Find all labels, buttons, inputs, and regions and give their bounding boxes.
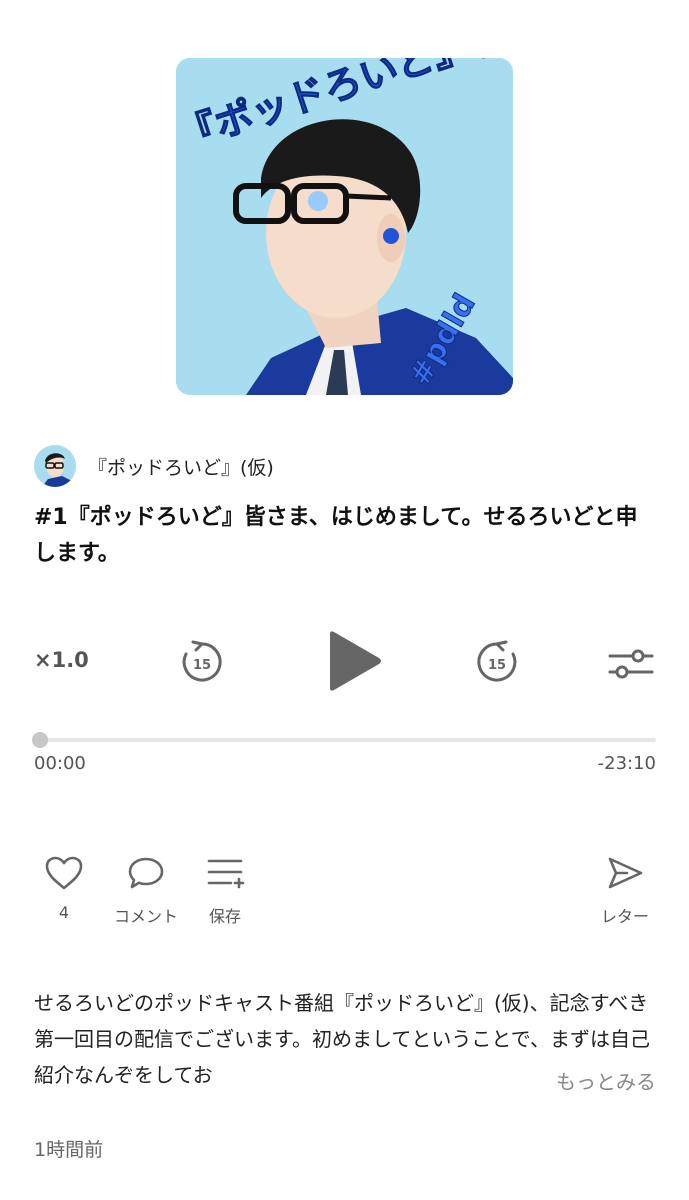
speech-bubble-icon — [128, 857, 164, 889]
skip-forward-icon: 15 — [477, 640, 517, 682]
episode-title: #1『ポッドろいど』皆さま、はじめまして。せるろいどと申します。 — [34, 505, 638, 566]
channel-avatar[interactable] — [34, 445, 76, 487]
comment-button[interactable]: コメント — [101, 855, 191, 927]
settings-sliders-button[interactable] — [608, 644, 656, 684]
progress-track[interactable] — [34, 738, 656, 742]
comment-label: コメント — [113, 907, 178, 926]
playback-speed-button[interactable]: ×1.0 — [34, 648, 89, 672]
more-overlay: もっとみる — [496, 1060, 656, 1100]
skip-back-15-button[interactable]: 15 — [178, 638, 226, 686]
play-button[interactable] — [325, 628, 385, 698]
play-icon — [330, 631, 381, 691]
save-label: 保存 — [208, 907, 241, 926]
save-button[interactable]: 保存 — [180, 855, 270, 927]
like-count: 4 — [58, 903, 70, 922]
heart-icon — [45, 856, 83, 890]
send-icon — [608, 857, 643, 889]
channel-name[interactable]: 『ポッドろいど』(仮) — [88, 453, 274, 480]
skip-forward-seconds: 15 — [488, 658, 506, 673]
letter-label: レター — [600, 907, 649, 926]
progress-knob[interactable] — [32, 732, 48, 748]
skip-forward-15-button[interactable]: 15 — [473, 638, 521, 686]
podcast-cover-art: 『ポッドろいど』(仮) #pdld — [176, 58, 513, 395]
skip-back-seconds: 15 — [193, 658, 211, 673]
add-to-list-icon — [207, 859, 245, 889]
player-controls: ×1.0 15 15 — [0, 620, 689, 710]
show-more-link[interactable]: もっとみる — [556, 1066, 656, 1095]
letter-button[interactable]: レター — [580, 855, 670, 927]
like-button[interactable]: 4 — [19, 855, 109, 922]
elapsed-time: 00:00 — [34, 753, 86, 774]
posted-time: 1時間前 — [34, 1139, 104, 1161]
channel-row[interactable]: 『ポッドろいど』(仮) — [34, 444, 274, 488]
remaining-time: -23:10 — [597, 753, 656, 774]
skip-back-icon: 15 — [182, 640, 222, 682]
sliders-icon — [608, 649, 654, 679]
